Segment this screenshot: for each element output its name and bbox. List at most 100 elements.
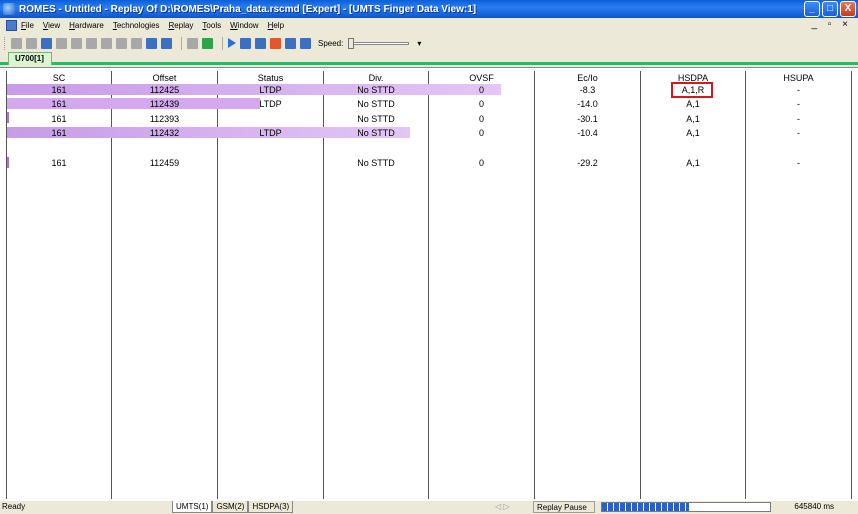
pause-icon[interactable] <box>255 37 266 49</box>
table-cell-ecio: -30.1 <box>577 114 598 124</box>
cut-icon[interactable] <box>56 37 67 49</box>
menu-technologies[interactable]: Technologies <box>113 21 160 30</box>
table-cell-div: No STTD <box>357 114 395 124</box>
header-ecio[interactable]: Ec/Io <box>535 73 640 83</box>
network-icon[interactable] <box>161 37 172 49</box>
header-offset[interactable]: Offset <box>112 73 217 83</box>
menu-help[interactable]: Help <box>268 21 284 30</box>
table-cell-div: No STTD <box>357 158 395 168</box>
mdi-window-controls[interactable]: _ ▫ × <box>811 19 852 30</box>
link-icon[interactable] <box>86 37 97 49</box>
speed-label: Speed: <box>318 38 344 48</box>
table-cell-ovsf: 0 <box>478 158 484 168</box>
highlight-box <box>671 82 713 98</box>
save-icon[interactable] <box>41 37 52 49</box>
table-cell-sc: 161 <box>51 85 67 95</box>
menu-tools[interactable]: Tools <box>202 21 221 30</box>
header-status[interactable]: Status <box>218 73 323 83</box>
replay-progress-fill <box>602 503 690 511</box>
table-cell-div: No STTD <box>357 128 395 138</box>
table-cell-offset: 112425 <box>149 85 180 95</box>
table-cell-div: No STTD <box>357 85 395 95</box>
chart-icon[interactable] <box>202 37 213 49</box>
toolbar-grip[interactable] <box>4 36 7 50</box>
edit-icon[interactable] <box>146 37 157 49</box>
table-cell-hsupa: - <box>797 99 800 109</box>
rewind-icon[interactable] <box>285 37 296 49</box>
table-cell-sc: 161 <box>51 114 67 124</box>
tab-gsm[interactable]: GSM(2) <box>212 501 249 513</box>
table-cell-hsdpa: A,1 <box>686 158 700 168</box>
finger-data-table: SC Offset Status Div. OVSF Ec/Io HSDPA H… <box>0 67 858 501</box>
replay-time: 645840 ms <box>794 502 834 511</box>
open-icon[interactable] <box>26 37 37 49</box>
hardware-icon[interactable] <box>101 37 112 49</box>
record-icon[interactable] <box>187 37 198 49</box>
menu-hardware[interactable]: Hardware <box>69 21 104 30</box>
window-controls: _ □ X <box>804 1 856 17</box>
bottom-tabs: UMTS(1) GSM(2) HSDPA(3) <box>172 501 294 513</box>
app-icon[interactable] <box>3 3 15 15</box>
table-cell-status: LTDP <box>259 128 282 138</box>
header-hsupa[interactable]: HSUPA <box>746 73 851 83</box>
menu-bar: File View Hardware Technologies Replay T… <box>0 18 858 33</box>
tab-u700[interactable]: U700[1] <box>8 52 52 65</box>
minimize-button[interactable]: _ <box>804 1 820 17</box>
table-cell-ecio: -10.4 <box>577 128 598 138</box>
step-forward-icon[interactable] <box>240 37 251 49</box>
table-cell-status: LTDP <box>259 99 282 109</box>
tab-hsdpa[interactable]: HSDPA(3) <box>248 501 294 513</box>
table-cell-hsdpa: A,1 <box>686 99 700 109</box>
table-cell-ecio: -29.2 <box>577 158 598 168</box>
table-cell-ovsf: 0 <box>478 128 484 138</box>
table-cell-offset: 112432 <box>149 128 180 138</box>
document-icon[interactable] <box>6 20 17 31</box>
close-button[interactable]: X <box>840 1 856 17</box>
table-cell-hsupa: - <box>797 85 800 95</box>
device-icon[interactable] <box>116 37 127 49</box>
new-icon[interactable] <box>11 37 22 49</box>
table-cell-ovsf: 0 <box>478 114 484 124</box>
tab-scroll-arrows[interactable]: ◁ ▷ <box>495 502 510 511</box>
table-cell-sc: 161 <box>51 158 67 168</box>
tab-umts[interactable]: UMTS(1) <box>172 501 213 513</box>
status-ready: Ready <box>2 502 26 511</box>
table-cell-offset: 112393 <box>149 114 180 124</box>
speed-slider-thumb[interactable] <box>348 37 355 49</box>
table-cell-offset: 112459 <box>149 158 180 168</box>
menu-replay[interactable]: Replay <box>169 21 194 30</box>
play-icon[interactable] <box>228 38 236 48</box>
maximize-button[interactable]: □ <box>822 1 838 17</box>
menu-view[interactable]: View <box>43 21 60 30</box>
table-cell-sc: 161 <box>51 99 67 109</box>
header-sc[interactable]: SC <box>7 73 111 83</box>
table-cell-status <box>218 113 323 125</box>
table-cell-status <box>218 157 323 169</box>
menu-file[interactable]: File <box>21 21 34 30</box>
speed-slider[interactable] <box>348 37 410 49</box>
toolbar-separator <box>181 36 182 50</box>
header-div[interactable]: Div. <box>324 73 428 83</box>
device2-icon[interactable] <box>131 37 142 49</box>
header-ovsf[interactable]: OVSF <box>429 73 534 83</box>
table-cell-ecio: -8.3 <box>579 85 596 95</box>
table-cell-hsupa: - <box>797 158 800 168</box>
view-tab-strip: U700[1] <box>0 52 858 65</box>
replay-progress-bar <box>601 502 771 512</box>
table-cell-sc: 161 <box>51 128 67 138</box>
table-cell-div: No STTD <box>357 99 395 109</box>
stop-icon[interactable] <box>270 37 281 49</box>
menu-window[interactable]: Window <box>230 21 258 30</box>
table-cell-hsupa: - <box>797 128 800 138</box>
table-cell-ecio: -14.0 <box>577 99 598 109</box>
replay-status: Replay Pause <box>533 501 595 513</box>
toolbar-dropdown-arrow[interactable]: ▾ <box>417 39 421 48</box>
status-bar: Ready UMTS(1) GSM(2) HSDPA(3) ◁ ▷ Replay… <box>0 501 858 514</box>
table-cell-hsdpa: A,1 <box>686 128 700 138</box>
table-cell-ovsf: 0 <box>478 85 484 95</box>
column-divider[interactable] <box>851 71 852 499</box>
fast-forward-icon[interactable] <box>300 37 311 49</box>
table-cell-status: LTDP <box>259 85 282 95</box>
window-title: ROMES - Untitled - Replay Of D:\ROMES\Pr… <box>19 3 477 15</box>
copy-icon[interactable] <box>71 37 82 49</box>
